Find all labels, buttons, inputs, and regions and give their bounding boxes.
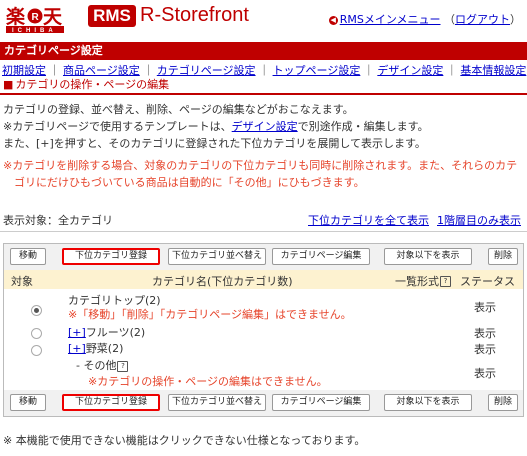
nav-separator: ｜ <box>49 64 60 77</box>
header-status: ステータス <box>460 275 515 288</box>
expand-fruits-link[interactable]: [+] <box>68 326 86 339</box>
app-title: R-Storefront <box>140 4 249 26</box>
svg-text:ICHIBA: ICHIBA <box>12 28 57 34</box>
category-other-note: ※カテゴリの操作・ページの編集はできません。 <box>88 375 328 388</box>
delete-button[interactable]: 削除 <box>488 248 518 265</box>
show-below-button[interactable]: 対象以下を表示 <box>384 394 472 411</box>
page-title-bar: カテゴリページ設定 <box>0 42 527 60</box>
status-other: 表示 <box>474 367 496 380</box>
select-radio-category-top[interactable] <box>31 305 42 316</box>
warning-line-2: ゴリにだけひもづいている商品は自動的に「その他」にひもづきます。 <box>14 176 365 189</box>
description-line-2: ※カテゴリページで使用するテンプレートは、デザイン設定で別途作成・編集します。 <box>3 118 523 135</box>
category-name-other: その他 <box>83 359 117 372</box>
svg-text:天: 天 <box>43 6 63 28</box>
help-icon[interactable]: ? <box>117 360 129 372</box>
show-below-button[interactable]: 対象以下を表示 <box>384 248 472 265</box>
section-heading: ■ カテゴリの操作・ページの編集 <box>0 77 527 95</box>
delete-warning: ※カテゴリを削除する場合、対象のカテゴリの下位カテゴリも同時に削除されます。また… <box>3 157 523 191</box>
move-button[interactable]: 移動 <box>10 248 46 265</box>
header-list-format: 一覧形式? <box>395 273 451 289</box>
category-name-vegetables: 野菜(2) <box>85 342 124 355</box>
header-list-format-label: 一覧形式 <box>395 275 439 288</box>
description-line-3: また、[+]を押すと、そのカテゴリに登録された下位カテゴリを展開して表示します。 <box>3 137 426 150</box>
edit-category-page-button[interactable]: カテゴリページ編集 <box>272 248 370 265</box>
header-target: 対象 <box>11 275 33 288</box>
category-name-fruits: フルーツ(2) <box>85 326 146 339</box>
divider <box>0 231 527 232</box>
expand-vegetables-link[interactable]: [+] <box>68 342 86 355</box>
description: カテゴリの登録、並べ替え、削除、ページの編集などがおこなえます。 ※カテゴリペー… <box>3 101 523 152</box>
status-fruits: 表示 <box>474 327 496 340</box>
list-item: [+]野菜(2) <box>68 340 123 356</box>
select-radio-vegetables[interactable] <box>31 345 42 356</box>
design-settings-link[interactable]: デザイン設定 <box>232 120 298 133</box>
nav-basic-info-settings[interactable]: 基本情報設定 <box>460 64 526 77</box>
sort-subcategory-button[interactable]: 下位カテゴリ並べ替え <box>168 394 266 411</box>
add-subcategory-button[interactable]: 下位カテゴリ登録 <box>62 248 160 265</box>
move-button[interactable]: 移動 <box>10 394 46 411</box>
sort-subcategory-button[interactable]: 下位カテゴリ並べ替え <box>168 248 266 265</box>
logout-paren-open: （ <box>444 13 455 26</box>
svg-text:楽: 楽 <box>6 5 26 28</box>
nav-top-page-settings[interactable]: トップページ設定 <box>273 64 361 77</box>
list-item: - その他? <box>76 357 129 373</box>
add-subcategory-button[interactable]: 下位カテゴリ登録 <box>62 394 160 411</box>
status-vegetables: 表示 <box>474 343 496 356</box>
warning-line-1: ※カテゴリを削除する場合、対象のカテゴリの下位カテゴリも同時に削除されます。また… <box>3 159 518 172</box>
help-icon[interactable]: ? <box>440 276 451 287</box>
description-text: ※カテゴリページで使用するテンプレートは、 <box>3 120 232 133</box>
nav-design-settings[interactable]: デザイン設定 <box>377 64 443 77</box>
display-links: 下位カテゴリを全て表示 1階層目のみ表示 <box>300 212 521 228</box>
main-menu-link[interactable]: RMSメインメニュー <box>340 13 441 26</box>
nav-separator: ｜ <box>142 64 154 77</box>
logout-paren-close: ） <box>510 13 521 26</box>
rms-badge: RMS <box>88 5 136 27</box>
svg-text:R: R <box>32 12 40 23</box>
nav-separator: ｜ <box>446 64 458 77</box>
header-links: ◀ RMSメインメニュー （ログアウト） <box>328 11 521 27</box>
top-button-row: 移動 下位カテゴリ登録 下位カテゴリ並べ替え カテゴリページ編集 対象以下を表示… <box>4 244 523 270</box>
category-top-note: ※「移動」「削除」「カテゴリページ編集」はできません。 <box>68 308 352 321</box>
nav-item-page-settings[interactable]: 商品ページ設定 <box>63 64 140 77</box>
display-target: 表示対象：全カテゴリ <box>3 214 113 227</box>
show-all-subcategories-link[interactable]: 下位カテゴリを全て表示 <box>308 214 429 227</box>
nav-initial-settings[interactable]: 初期設定 <box>2 64 46 77</box>
description-line-1: カテゴリの登録、並べ替え、削除、ページの編集などがおこなえます。 <box>3 103 354 116</box>
square-marker-icon: ■ <box>3 78 14 91</box>
delete-button[interactable]: 削除 <box>488 394 518 411</box>
header-category-name: カテゴリ名(下位カテゴリ数) <box>152 275 293 288</box>
status-category-top: 表示 <box>474 301 496 314</box>
footer-note: ※ 本機能で使用できない機能はクリックできない仕様となっております。 <box>3 434 366 447</box>
description-text: で別途作成・編集します。 <box>297 120 429 133</box>
nav-category-page-settings[interactable]: カテゴリページ設定 <box>157 64 256 77</box>
arrow-left-icon: ◀ <box>328 15 338 25</box>
nav-separator: ｜ <box>363 64 375 77</box>
logout-link[interactable]: ログアウト <box>455 13 510 26</box>
show-level1-only-link[interactable]: 1階層目のみ表示 <box>437 214 521 227</box>
nav-separator: ｜ <box>258 64 270 77</box>
table-header: 対象 カテゴリ名(下位カテゴリ数) 一覧形式? ステータス <box>4 270 523 289</box>
edit-category-page-button[interactable]: カテゴリページ編集 <box>272 394 370 411</box>
settings-nav: 初期設定｜商品ページ設定｜カテゴリページ設定｜トップページ設定｜デザイン設定｜基… <box>2 62 526 78</box>
bottom-button-row: 移動 下位カテゴリ登録 下位カテゴリ並べ替え カテゴリページ編集 対象以下を表示… <box>4 390 523 416</box>
rakuten-ichiba-logo: 楽 R 天 ICHIBA <box>6 4 66 34</box>
category-table: 移動 下位カテゴリ登録 下位カテゴリ並べ替え カテゴリページ編集 対象以下を表示… <box>3 243 524 417</box>
section-title: カテゴリの操作・ページの編集 <box>15 78 170 91</box>
list-item: [+]フルーツ(2) <box>68 324 145 340</box>
select-radio-fruits[interactable] <box>31 328 42 339</box>
